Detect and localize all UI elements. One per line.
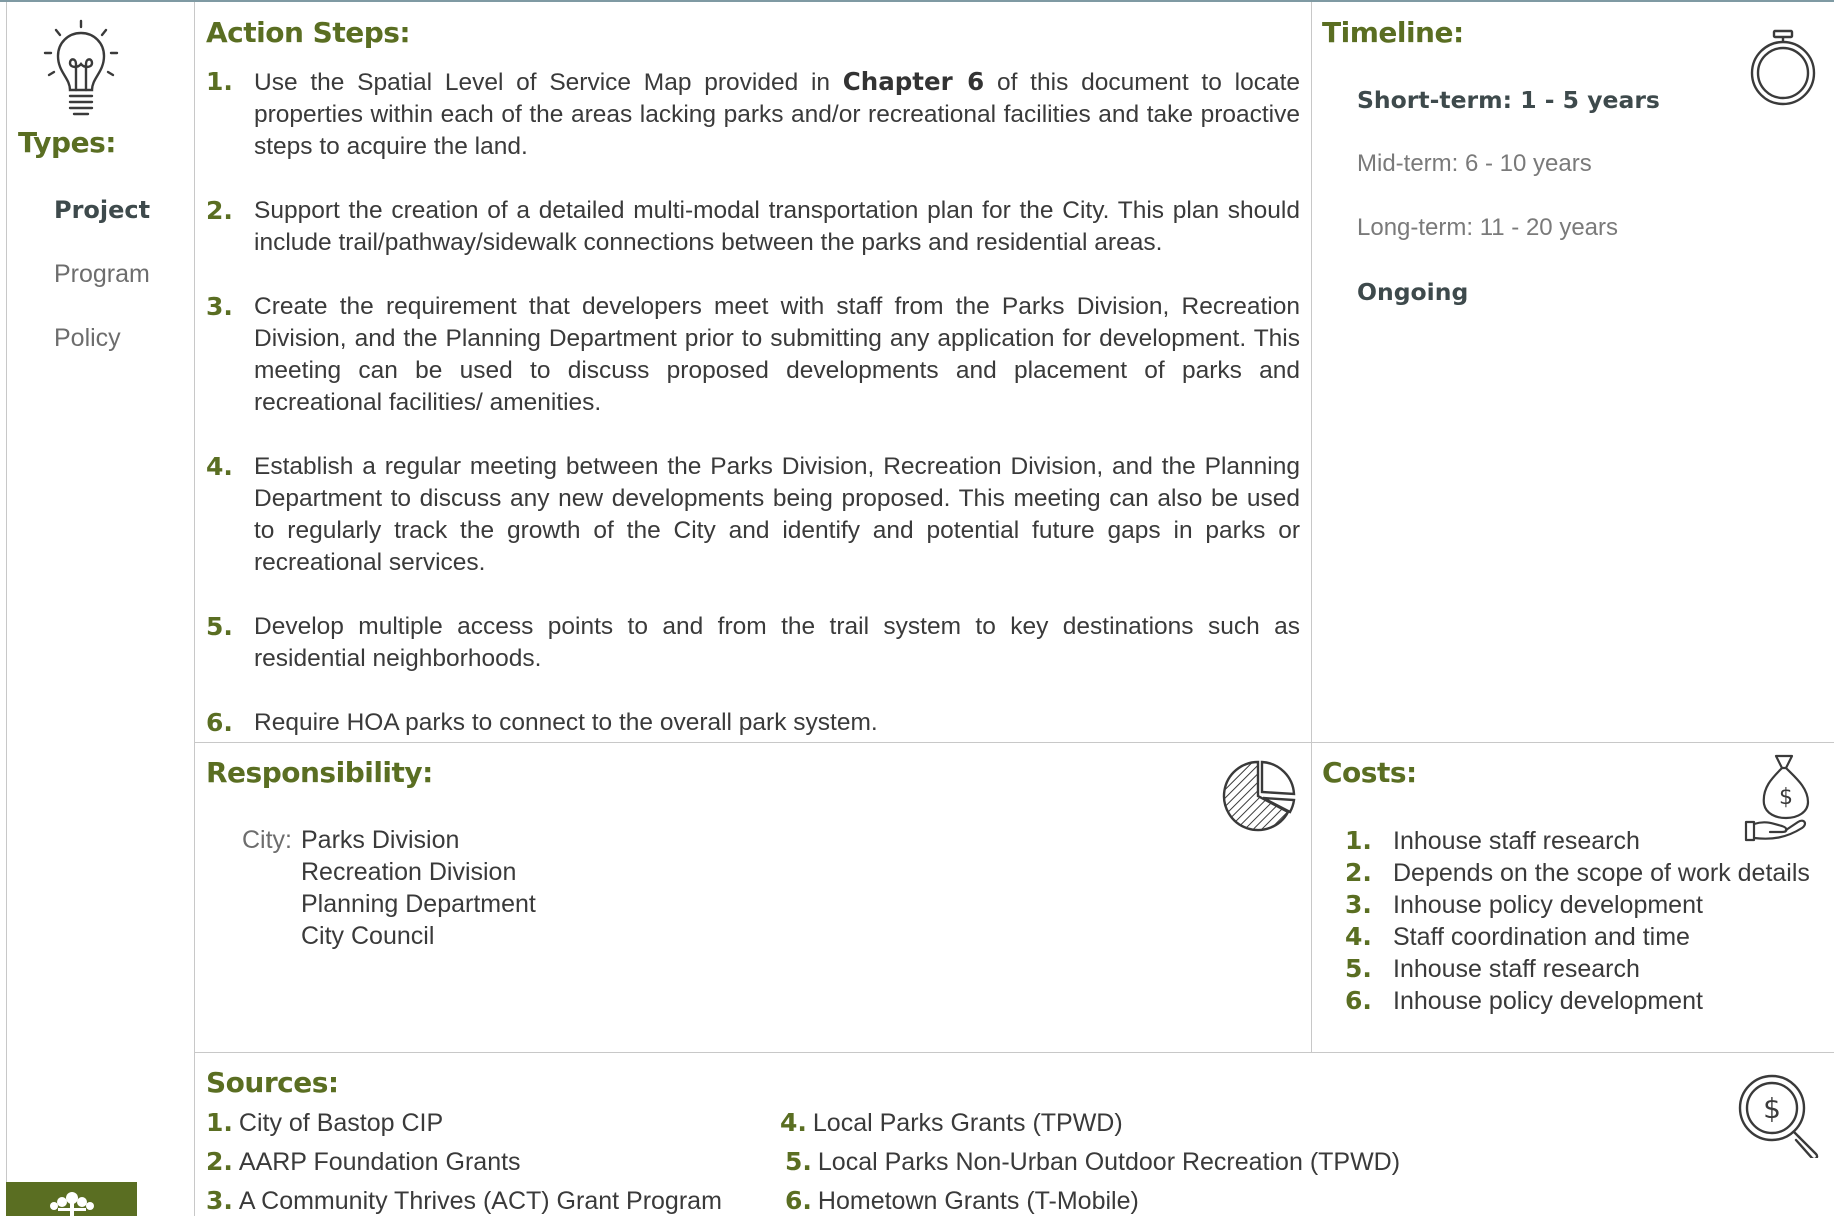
cost-item: 2. Depends on the scope of work details — [1345, 858, 1810, 888]
timeline-ongoing: Ongoing — [1357, 278, 1469, 306]
magnifier-dollar-icon: $ — [1738, 1074, 1819, 1158]
cost-number: 5. — [1345, 954, 1372, 983]
stopwatch-icon — [1750, 29, 1816, 106]
source-text: City of Bastop CIP — [238, 1109, 444, 1137]
action-step: 2. Support the creation of a detailed mu… — [206, 195, 1300, 259]
action-step: 1. Use the Spatial Level of Service Map … — [206, 66, 1300, 163]
cost-text: Inhouse staff research — [1393, 827, 1640, 855]
lightbulb-icon — [43, 19, 119, 116]
left-border — [6, 2, 7, 1182]
timeline-mid-term: Mid-term: 6 - 10 years — [1357, 150, 1592, 177]
step-text: Require HOA parks to connect to the over… — [254, 709, 878, 736]
row-divider-2 — [194, 1052, 1834, 1053]
source-number: 2. — [206, 1147, 233, 1176]
timeline-short-term: Short-term: 1 - 5 years — [1357, 86, 1660, 114]
step-text: Develop multiple access points to and fr… — [254, 613, 1300, 672]
action-step: 4. Establish a regular meeting between t… — [206, 451, 1300, 579]
step-number: 2. — [206, 196, 233, 225]
cost-text: Depends on the scope of work details — [1393, 859, 1810, 887]
cost-item: 6. Inhouse policy development — [1345, 986, 1703, 1016]
responsibility-item: Recreation Division — [301, 858, 517, 886]
timeline-heading: Timeline: — [1322, 16, 1464, 49]
right-column-divider — [1311, 2, 1312, 1052]
timeline-long-term: Long-term: 11 - 20 years — [1357, 214, 1619, 241]
chapter-reference: Chapter 6 — [842, 67, 985, 96]
source-text: Local Parks Grants (TPWD) — [812, 1109, 1123, 1137]
source-item: 4. Local Parks Grants (TPWD) — [780, 1108, 1123, 1138]
step-number: 1. — [206, 67, 233, 96]
svg-text:$: $ — [1763, 1092, 1781, 1125]
source-item: 2. AARP Foundation Grants — [206, 1147, 521, 1177]
source-number: 1. — [206, 1108, 233, 1137]
source-item: 6. Hometown Grants (T-Mobile) — [785, 1186, 1139, 1216]
top-rule — [0, 0, 1834, 2]
types-column-divider — [194, 2, 195, 1216]
source-item: 1. City of Bastop CIP — [206, 1108, 443, 1138]
step-number: 5. — [206, 612, 233, 641]
type-program: Program — [54, 260, 150, 288]
action-step: 6. Require HOA parks to connect to the o… — [206, 707, 1300, 739]
step-text: Create the requirement that developers m… — [254, 293, 1300, 416]
responsibility-city-label: City: — [242, 826, 292, 854]
step-text: Establish a regular meeting between the … — [254, 453, 1300, 576]
cost-text: Inhouse policy development — [1393, 891, 1703, 919]
responsibility-heading: Responsibility: — [206, 756, 433, 789]
source-number: 3. — [206, 1186, 233, 1215]
source-item: 5. Local Parks Non-Urban Outdoor Recreati… — [785, 1147, 1400, 1177]
types-heading: Types: — [18, 126, 116, 159]
source-text: AARP Foundation Grants — [238, 1148, 521, 1176]
source-number: 5. — [785, 1147, 812, 1176]
sources-heading: Sources: — [206, 1066, 339, 1099]
action-steps-heading: Action Steps: — [206, 16, 411, 49]
type-policy: Policy — [54, 324, 121, 352]
cost-number: 1. — [1345, 826, 1372, 855]
responsibility-item: Planning Department — [301, 890, 536, 918]
logo — [6, 1182, 137, 1216]
cost-item: 4. Staff coordination and time — [1345, 922, 1690, 952]
action-step: 5. Develop multiple access points to and… — [206, 611, 1300, 675]
pie-chart-icon — [1222, 760, 1296, 832]
tree-logo-icon — [50, 1192, 94, 1216]
source-text: Local Parks Non-Urban Outdoor Recreation… — [817, 1148, 1401, 1176]
responsibility-item: Parks Division — [301, 826, 460, 854]
money-bag-hand-icon: $ — [1744, 754, 1810, 842]
costs-heading: Costs: — [1322, 756, 1417, 789]
type-project: Project — [54, 196, 151, 224]
cost-item: 3. Inhouse policy development — [1345, 890, 1703, 920]
cost-text: Inhouse policy development — [1393, 987, 1703, 1015]
source-text: Hometown Grants (T-Mobile) — [817, 1187, 1139, 1215]
responsibility-item: City Council — [301, 922, 435, 950]
step-number: 6. — [206, 708, 233, 737]
row-divider-1 — [194, 742, 1834, 743]
step-text-pre: Use the Spatial Level of Service Map pro… — [254, 69, 843, 96]
source-item: 3. A Community Thrives (ACT) Grant Progra… — [206, 1186, 722, 1216]
source-number: 4. — [780, 1108, 807, 1137]
cost-text: Inhouse staff research — [1393, 955, 1640, 983]
action-step: 3. Create the requirement that developer… — [206, 291, 1300, 419]
cost-text: Staff coordination and time — [1393, 923, 1690, 951]
step-number: 4. — [206, 452, 233, 481]
action-steps-list: 1. Use the Spatial Level of Service Map … — [206, 66, 1300, 739]
source-number: 6. — [785, 1186, 812, 1215]
cost-number: 3. — [1345, 890, 1372, 919]
step-number: 3. — [206, 292, 233, 321]
cost-item: 5. Inhouse staff research — [1345, 954, 1640, 984]
cost-number: 6. — [1345, 986, 1372, 1015]
svg-text:$: $ — [1779, 785, 1793, 810]
step-text: Support the creation of a detailed multi… — [254, 197, 1300, 256]
source-text: A Community Thrives (ACT) Grant Program — [238, 1187, 722, 1215]
cost-number: 2. — [1345, 858, 1372, 887]
cost-number: 4. — [1345, 922, 1372, 951]
cost-item: 1. Inhouse staff research — [1345, 826, 1640, 856]
